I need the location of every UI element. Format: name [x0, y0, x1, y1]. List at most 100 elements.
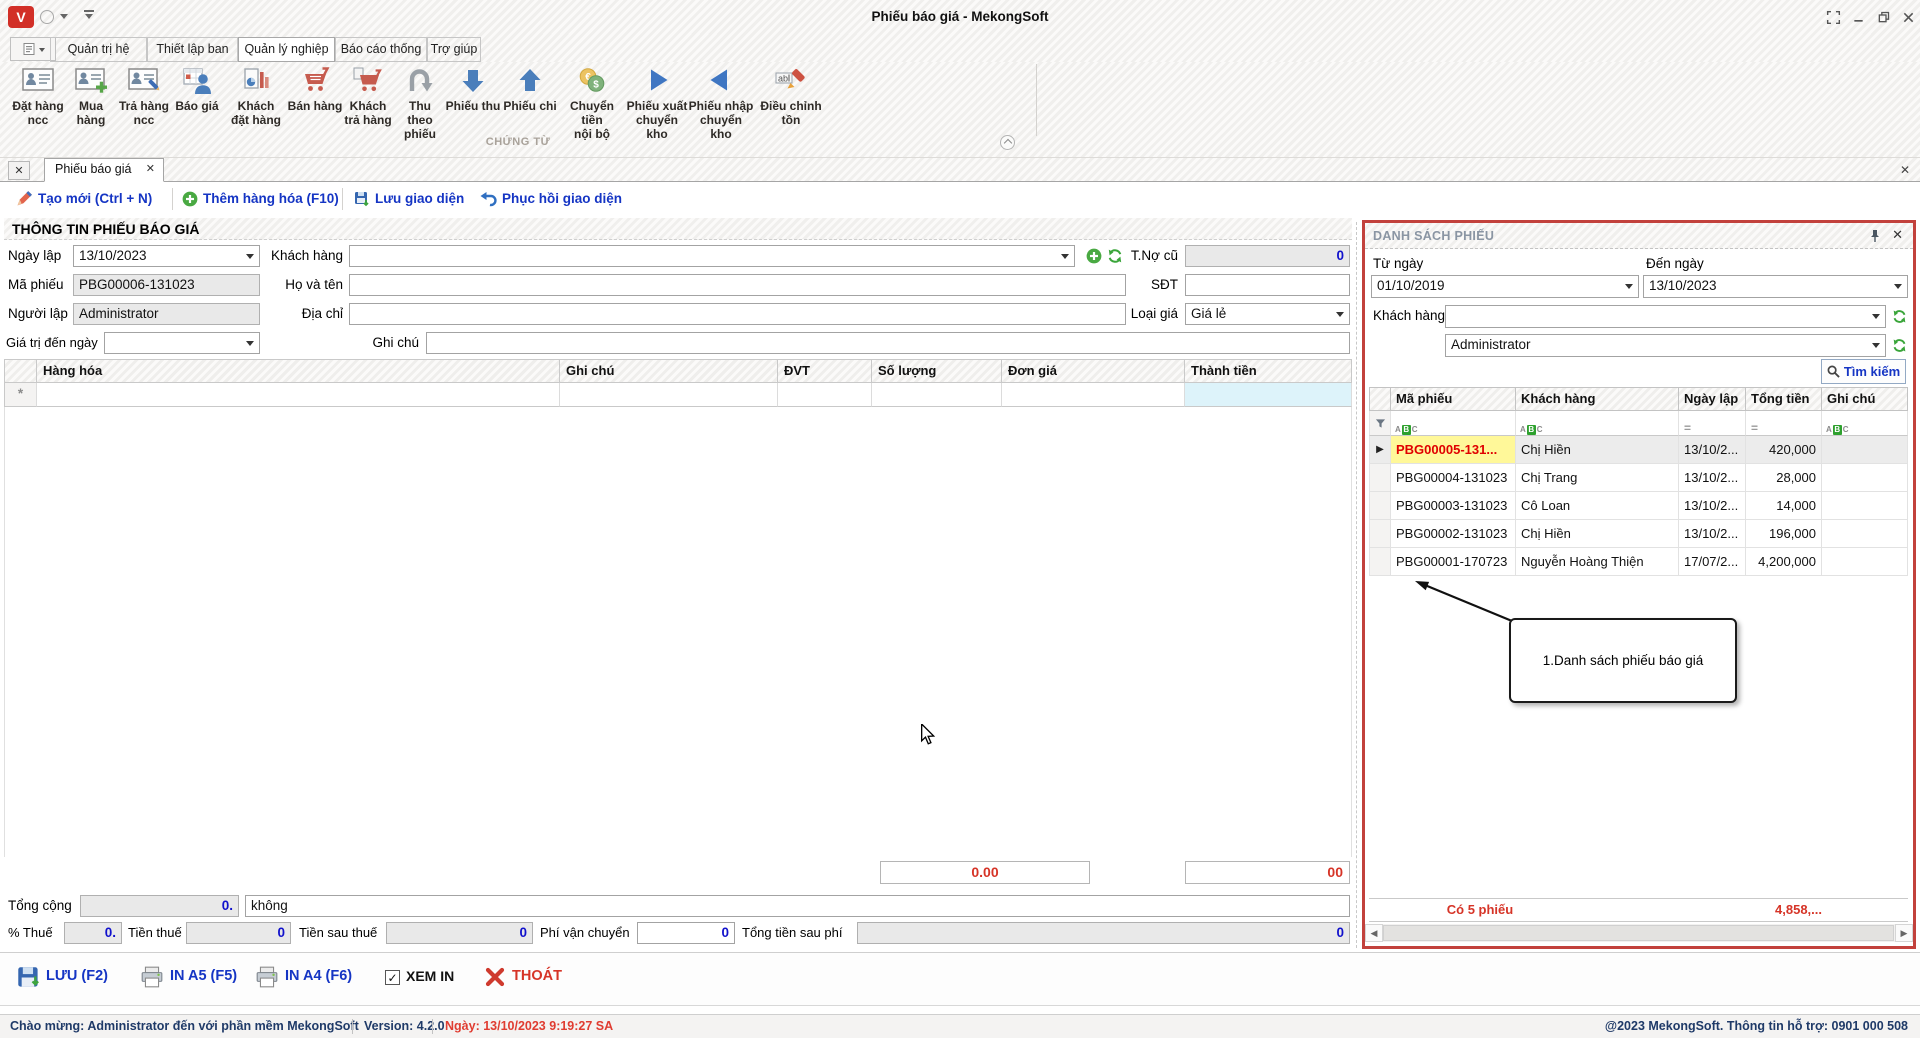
- grid-col-thanh-tien[interactable]: Thành tiền: [1185, 359, 1352, 383]
- ptable-col-khach-hang[interactable]: Khách hàng: [1516, 387, 1679, 411]
- menu-tab-tro-giup[interactable]: Trợ giúp: [427, 37, 481, 62]
- ribbon-item-tra-hang-ncc[interactable]: Trả hàng ncc: [116, 64, 172, 127]
- print-a4-button[interactable]: IN A4 (F6): [285, 968, 352, 984]
- ribbon-item-khach-dat-hang[interactable]: Khách đặt hàng: [226, 64, 286, 127]
- save-button[interactable]: LƯU (F2): [46, 968, 108, 984]
- ribbon-item-mua-hang[interactable]: Mua hàng: [64, 64, 118, 127]
- ribbon-item-phieu-xuat-chuyen-kho[interactable]: Phiếu xuất chuyển kho: [626, 64, 688, 141]
- table-row-total[interactable]: 196,000: [1746, 520, 1822, 548]
- table-row-total[interactable]: 28,000: [1746, 464, 1822, 492]
- panel-nguoi-lap-combo[interactable]: Administrator: [1445, 334, 1886, 357]
- table-row-note[interactable]: [1822, 492, 1908, 520]
- dropdown-caret-icon[interactable]: [1625, 284, 1633, 293]
- filter-khach-hang[interactable]: ABC: [1516, 411, 1679, 436]
- panel-close-icon[interactable]: ✕: [1892, 227, 1903, 243]
- grid-body[interactable]: [4, 407, 1352, 857]
- ribbon-item-dieu-chinh-ton[interactable]: ab Điều chỉnh tồn: [754, 64, 828, 127]
- preview-checkbox[interactable]: ✓: [385, 970, 400, 985]
- grid-new-row-cell[interactable]: [778, 383, 872, 407]
- pin-icon[interactable]: [1869, 229, 1881, 246]
- table-row-total[interactable]: 420,000: [1746, 436, 1822, 464]
- filter-ngay-lap[interactable]: =: [1679, 411, 1746, 436]
- table-row-customer[interactable]: Chị Hiền: [1516, 520, 1679, 548]
- ptable-col-ngay-lap[interactable]: Ngày lập: [1679, 387, 1746, 411]
- tabstrip-close-all-button[interactable]: ✕: [8, 161, 30, 180]
- save-layout-button[interactable]: Lưu giao diện: [375, 191, 464, 206]
- tong-cong-note-field[interactable]: không: [245, 895, 1350, 917]
- table-row-total[interactable]: 4,200,000: [1746, 548, 1822, 576]
- grid-col-dvt[interactable]: ĐVT: [778, 359, 872, 383]
- menu-tab-quan-tri-he-thong[interactable]: Quản trị hệ thống: [50, 37, 147, 62]
- dropdown-caret-icon[interactable]: [246, 254, 254, 263]
- panel-splitter[interactable]: [1356, 222, 1357, 948]
- grid-col-ghi-chu[interactable]: Ghi chú: [560, 359, 778, 383]
- refresh-icon[interactable]: [1892, 309, 1907, 327]
- add-customer-icon[interactable]: [1086, 248, 1102, 267]
- dropdown-caret-icon[interactable]: [246, 341, 254, 350]
- ribbon-item-ban-hang[interactable]: Bán hàng: [287, 64, 343, 113]
- table-row-total[interactable]: 14,000: [1746, 492, 1822, 520]
- table-row-note[interactable]: [1822, 548, 1908, 576]
- table-row-code[interactable]: PBG00003-131023: [1391, 492, 1516, 520]
- ho-va-ten-field[interactable]: [349, 274, 1126, 296]
- table-row-date[interactable]: 13/10/2...: [1679, 520, 1746, 548]
- loai-gia-combo[interactable]: Giá lẻ: [1185, 303, 1350, 325]
- filter-ma-phieu[interactable]: ABC: [1391, 411, 1516, 436]
- table-row-date[interactable]: 13/10/2...: [1679, 464, 1746, 492]
- ribbon-item-thu-theo-phieu[interactable]: Thu theo phiếu: [395, 64, 445, 141]
- exit-button[interactable]: THOÁT: [512, 968, 562, 984]
- ribbon-collapse-button[interactable]: [1000, 135, 1015, 150]
- document-tab-phieu-bao-gia[interactable]: Phiếu báo giá ✕: [44, 158, 164, 182]
- table-row-note[interactable]: [1822, 436, 1908, 464]
- panel-khach-hang-combo[interactable]: [1445, 305, 1886, 328]
- close-window-icon[interactable]: [1899, 8, 1917, 26]
- filter-tong-tien[interactable]: =: [1746, 411, 1822, 436]
- ghi-chu-field[interactable]: [426, 332, 1350, 354]
- ribbon-item-phieu-thu[interactable]: Phiếu thu: [445, 64, 501, 113]
- ribbon-item-chuyen-tien-noi-bo[interactable]: €$ Chuyển tiền nội bộ: [558, 64, 626, 141]
- new-button[interactable]: Tạo mới (Ctrl + N): [38, 191, 152, 206]
- table-row-customer[interactable]: Nguyễn Hoàng Thiện: [1516, 548, 1679, 576]
- grid-col-hang-hoa[interactable]: Hàng hóa: [37, 359, 560, 383]
- restore-layout-button[interactable]: Phục hồi giao diện: [502, 191, 622, 206]
- table-row-date[interactable]: 13/10/2...: [1679, 492, 1746, 520]
- ptable-col-tong-tien[interactable]: Tổng tiền: [1746, 387, 1822, 411]
- filter-ghi-chu[interactable]: ABC: [1822, 411, 1908, 436]
- grid-new-row-cell[interactable]: [872, 383, 1002, 407]
- dropdown-caret-icon[interactable]: [1872, 314, 1880, 323]
- ribbon-item-phieu-chi[interactable]: Phiếu chi: [502, 64, 558, 113]
- ribbon-item-phieu-nhap-chuyen-kho[interactable]: Phiếu nhập chuyển kho: [688, 64, 754, 141]
- grid-col-so-luong[interactable]: Số lượng: [872, 359, 1002, 383]
- ptable-col-ma-phieu[interactable]: Mã phiếu: [1391, 387, 1516, 411]
- table-row-date[interactable]: 17/07/2...: [1679, 548, 1746, 576]
- khach-hang-combo[interactable]: [349, 245, 1075, 267]
- menu-tab-thiet-lap-ban-dau[interactable]: Thiết lập ban đầu: [147, 37, 238, 62]
- preview-label[interactable]: XEM IN: [406, 968, 454, 984]
- search-button[interactable]: Tìm kiếm: [1821, 359, 1906, 384]
- scrollbar-thumb[interactable]: [1383, 925, 1894, 941]
- phi-van-chuyen-field[interactable]: 0: [637, 922, 735, 944]
- table-row-customer[interactable]: Chị Trang: [1516, 464, 1679, 492]
- grid-new-row-cell[interactable]: [1002, 383, 1185, 407]
- add-item-button[interactable]: Thêm hàng hóa (F10): [203, 191, 339, 206]
- sdt-field[interactable]: [1185, 274, 1350, 296]
- den-ngay-field[interactable]: 13/10/2023: [1643, 275, 1908, 298]
- ptable-col-ghi-chu[interactable]: Ghi chú: [1822, 387, 1908, 411]
- tabstrip-right-close-icon[interactable]: ✕: [1896, 161, 1914, 179]
- thue-field[interactable]: 0.: [64, 922, 122, 944]
- grid-new-row-cell[interactable]: [1185, 383, 1352, 407]
- refresh-icon[interactable]: [1892, 338, 1907, 356]
- fullscreen-icon[interactable]: [1824, 8, 1842, 26]
- table-row-customer[interactable]: Cô Loan: [1516, 492, 1679, 520]
- dropdown-caret-icon[interactable]: [1872, 343, 1880, 352]
- table-row-note[interactable]: [1822, 520, 1908, 548]
- ribbon-item-dat-hang-ncc[interactable]: Đặt hàng ncc: [10, 64, 66, 127]
- table-row-customer[interactable]: Chị Hiền: [1516, 436, 1679, 464]
- print-a5-button[interactable]: IN A5 (F5): [170, 968, 237, 984]
- grid-new-row-cell[interactable]: [37, 383, 560, 407]
- horizontal-scrollbar[interactable]: ◀ ▶: [1365, 924, 1913, 942]
- table-row-note[interactable]: [1822, 464, 1908, 492]
- dropdown-caret-icon[interactable]: [1061, 254, 1069, 263]
- maximize-icon[interactable]: [1874, 8, 1892, 26]
- menu-tab-quan-ly-nghiep-vu[interactable]: Quản lý nghiệp vụ: [238, 37, 335, 62]
